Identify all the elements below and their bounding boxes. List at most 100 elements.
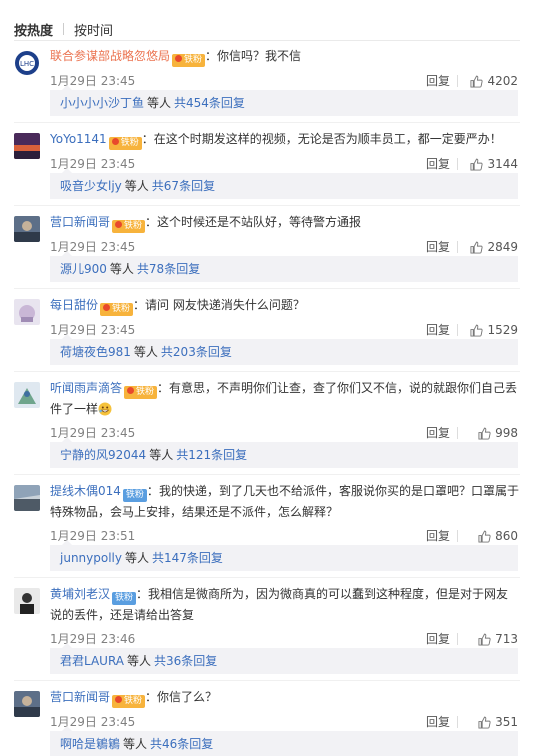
like-count: 1529 (487, 323, 518, 337)
sort-by-hot-tab[interactable]: 按热度 (14, 20, 53, 39)
comment-body: 听闻雨声滴答 铁粉 ：有意思，不声明你们让查，查了你们又不信，说的就跟你们自己丢件了… (50, 378, 520, 443)
thumbs-up-icon (470, 75, 487, 88)
comment-username[interactable]: 听闻雨声滴答 (50, 381, 122, 395)
sub-reply-username[interactable]: 源儿900 (60, 262, 107, 276)
sub-replies-bar[interactable]: junnypolly 等人 共147条回复 (50, 540, 518, 571)
comment-text: 请问 网友快递消失什么问题？ (145, 298, 305, 312)
comment-body: 营口新闻哥 铁粉 ：这个时候还是不站队好，等待警方通报 1月29日 23:45 回复 28… (50, 212, 520, 257)
like-count: 4202 (487, 74, 518, 88)
user-avatar[interactable]: LHC (14, 50, 40, 76)
colon-separator: ： (136, 587, 149, 601)
thumbs-up-icon (470, 324, 487, 337)
comment-username[interactable]: 每日甜份 (50, 298, 98, 312)
view-all-replies-link[interactable]: 共36条回复 (154, 654, 217, 668)
comment-username[interactable]: 提线木偶014 (50, 484, 121, 498)
comment-text: 我的快递，到了几天也不给派件，客服说你买的是口罩吧？口罩属于 (158, 484, 519, 498)
colon-separator: ： (205, 49, 218, 63)
like-button[interactable]: 2849 (462, 237, 518, 257)
thumbs-up-icon (478, 633, 495, 646)
sub-replies-bar[interactable]: 君君LAURA 等人 共36条回复 (50, 643, 518, 674)
sub-reply-username[interactable]: 吸音少女ljy (60, 179, 122, 193)
view-all-replies-link[interactable]: 共454条回复 (174, 96, 245, 110)
sub-reply-etc: 等人 (124, 179, 149, 193)
sub-reply-etc: 等人 (149, 448, 174, 462)
sub-reply-etc: 等人 (109, 262, 134, 276)
comment-meta: 1月29日 23:45 回复 3144 (50, 154, 520, 174)
fan-badge: 铁粉 (112, 592, 137, 605)
user-avatar[interactable] (14, 485, 40, 511)
reply-button[interactable]: 回复 (426, 423, 450, 443)
reply-button[interactable]: 回复 (426, 237, 450, 257)
sub-reply-username[interactable]: 荷塘夜色981 (60, 345, 131, 359)
like-button[interactable]: 860 (462, 526, 518, 546)
sub-reply-etc: 等人 (123, 737, 148, 751)
sub-reply-username[interactable]: 啊哈是鵴鵴 (60, 737, 120, 751)
like-button[interactable]: 713 (462, 629, 518, 649)
action-separator (457, 427, 458, 439)
comment-text-line: 黄埔刘老汉 铁粉 ：我相信是微商所为，因为微商真的可以蠢到这种程度，但是对于网友 (50, 584, 520, 605)
like-button[interactable]: 3144 (462, 154, 518, 174)
reply-button[interactable]: 回复 (426, 526, 450, 546)
colon-separator: ： (133, 298, 146, 312)
comment-username[interactable]: 联合参谋部战略忽悠局 (50, 49, 170, 63)
like-count: 351 (495, 715, 518, 729)
reply-button[interactable]: 回复 (426, 629, 450, 649)
user-avatar[interactable] (14, 588, 40, 614)
reply-button[interactable]: 回复 (426, 712, 450, 732)
user-avatar[interactable] (14, 691, 40, 717)
sort-by-time-tab[interactable]: 按时间 (74, 20, 113, 39)
sub-reply-username[interactable]: 君君LAURA (60, 654, 124, 668)
sub-replies-bar[interactable]: 啊哈是鵴鵴 等人 共46条回复 (50, 726, 518, 756)
sub-replies-bar[interactable]: 宁静的风92044 等人 共121条回复 (50, 437, 518, 468)
sub-replies-bar[interactable]: 源儿900 等人 共78条回复 (50, 251, 518, 282)
sub-reply-username[interactable]: 宁静的风92044 (60, 448, 146, 462)
view-all-replies-link[interactable]: 共78条回复 (137, 262, 200, 276)
user-avatar[interactable] (14, 216, 40, 242)
comment-divider (14, 474, 520, 475)
comment-username[interactable]: 营口新闻哥 (50, 690, 110, 704)
colon-separator: ： (145, 690, 158, 704)
user-avatar[interactable] (14, 382, 40, 408)
action-separator (457, 530, 458, 542)
comment-text-line: 件了一样 (50, 399, 520, 419)
thumbs-up-icon (478, 716, 495, 729)
comment-text-line: 每日甜份 铁粉 ：请问 网友快递消失什么问题？ (50, 295, 520, 316)
view-all-replies-link[interactable]: 共67条回复 (152, 179, 215, 193)
comment-divider (14, 205, 520, 206)
reply-button[interactable]: 回复 (426, 154, 450, 174)
fan-badge: 铁粉 (108, 137, 142, 150)
comment-body: YoYo1141 铁粉 ：在这个时期发这样的视频，无论是否为顺丰员工，都一定要严办！… (50, 129, 520, 174)
comment-body: 联合参谋部战略忽悠局 铁粉 ：你信吗？我不信 1月29日 23:45 回复 4202 (50, 46, 520, 91)
sub-replies-bar[interactable]: 荷塘夜色981 等人 共203条回复 (50, 334, 518, 365)
sub-replies-bar[interactable]: 吸音少女ljy 等人 共67条回复 (50, 168, 518, 199)
view-all-replies-link[interactable]: 共46条回复 (150, 737, 213, 751)
user-avatar[interactable] (14, 299, 40, 325)
like-button[interactable]: 4202 (462, 71, 518, 91)
comment-username[interactable]: YoYo1141 (50, 132, 107, 146)
comment-body: 黄埔刘老汉 铁粉 ：我相信是微商所为，因为微商真的可以蠢到这种程度，但是对于网友说的… (50, 584, 520, 649)
view-all-replies-link[interactable]: 共147条回复 (152, 551, 223, 565)
sub-reply-username[interactable]: 小小小小沙丁鱼 (60, 96, 144, 110)
comment-text-continued: 件了一样 (50, 402, 99, 416)
sub-reply-etc: 等人 (147, 96, 172, 110)
like-button[interactable]: 1529 (462, 320, 518, 340)
like-button[interactable]: 998 (462, 423, 518, 443)
view-all-replies-link[interactable]: 共121条回复 (176, 448, 247, 462)
reply-button[interactable]: 回复 (426, 320, 450, 340)
sub-reply-username[interactable]: junnypolly (60, 551, 122, 565)
reply-button[interactable]: 回复 (426, 71, 450, 91)
comment-text-line: 听闻雨声滴答 铁粉 ：有意思，不声明你们让查，查了你们又不信，说的就跟你们自己丢 (50, 378, 520, 399)
comment-username[interactable]: 营口新闻哥 (50, 215, 110, 229)
action-separator (457, 75, 458, 87)
fan-badge: 铁粉 (112, 695, 146, 708)
user-avatar[interactable] (14, 133, 40, 159)
comment-divider (14, 122, 520, 123)
comment-text: 你信吗？我不信 (217, 49, 302, 63)
like-button[interactable]: 351 (462, 712, 518, 732)
comment-body: 每日甜份 铁粉 ：请问 网友快递消失什么问题？ 1月29日 23:45 回复 1529 (50, 295, 520, 340)
view-all-replies-link[interactable]: 共203条回复 (161, 345, 232, 359)
comment-username[interactable]: 黄埔刘老汉 (50, 587, 110, 601)
comment-text-continued: 说的丢件，还是请给出答复 (50, 608, 195, 622)
fan-badge: 铁粉 (122, 489, 147, 502)
sub-replies-bar[interactable]: 小小小小沙丁鱼 等人 共454条回复 (50, 85, 518, 116)
